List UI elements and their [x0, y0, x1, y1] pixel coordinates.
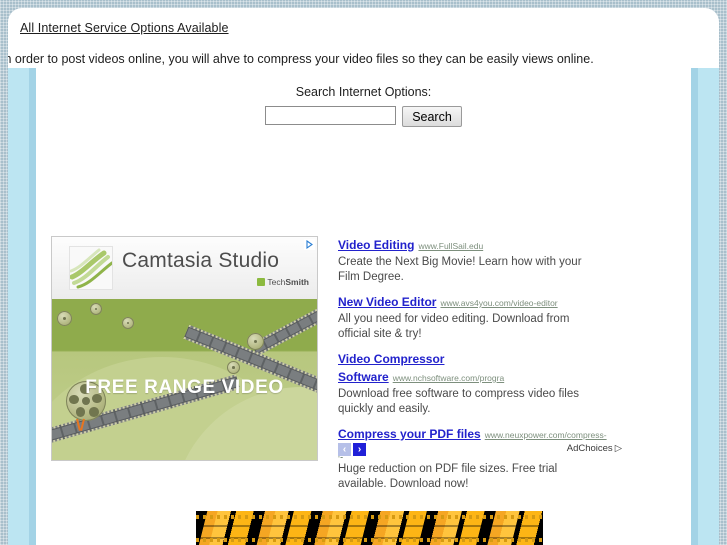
- ad-list-item: Video Editing www.FullSail.edu Create the…: [338, 236, 608, 284]
- filmstrip-perforations-bottom: [196, 538, 543, 542]
- ad-next-arrow-icon[interactable]: ›: [353, 443, 366, 456]
- ad-list-item: New Video Editor www.avs4you.com/video-ed…: [338, 293, 608, 341]
- advertisement-block: Camtasia Studio TechSmith FREE RANGE VID…: [51, 228, 676, 490]
- techsmith-mark-icon: [257, 278, 266, 286]
- ad-url-link[interactable]: www.avs4you.com/video-editor: [440, 298, 557, 308]
- film-reel-icon: [247, 333, 264, 350]
- ad-url-link[interactable]: www.nchsoftware.com/progra: [393, 373, 505, 383]
- ad-description: Huge reduction on PDF file sizes. Free t…: [338, 463, 558, 490]
- ad-title-link[interactable]: New Video Editor: [338, 295, 436, 309]
- filmstrip-perforations-top: [196, 515, 543, 519]
- bottom-filmstrip-banner: [196, 511, 543, 545]
- filmstrip-seam: [196, 525, 543, 527]
- ad-description: Create the Next Big Movie! Learn how wit…: [338, 256, 582, 283]
- techsmith-light: Tech: [267, 277, 286, 287]
- ad-text-list: Video Editing www.FullSail.edu Create the…: [338, 236, 608, 500]
- ad-brand-name: Camtasia Studio: [122, 249, 280, 272]
- ad-illustration-scene: FREE RANGE VIDEO: [52, 299, 317, 460]
- ad-description: All you need for video editing. Download…: [338, 313, 570, 340]
- search-label: Search Internet Options:: [295, 85, 432, 99]
- adchoices-text: AdChoices: [566, 443, 613, 454]
- ad-description: Download free software to compress video…: [338, 388, 579, 415]
- adchoices-triangle-icon: ▷: [614, 443, 622, 454]
- film-reel-icon: [57, 311, 72, 326]
- ad-footer: ‹ › AdChoices ▷: [338, 443, 676, 459]
- search-input[interactable]: [265, 106, 397, 125]
- adchoices-label[interactable]: AdChoices ▷: [567, 443, 622, 454]
- ad-url-link[interactable]: www.FullSail.edu: [418, 241, 483, 251]
- ad-prev-arrow-icon[interactable]: ‹: [338, 443, 351, 456]
- ad-title-link[interactable]: Compress your PDF files: [338, 427, 481, 441]
- film-reel-icon: [122, 317, 134, 329]
- intro-paragraph: In order to post videos online, you will…: [8, 52, 594, 66]
- film-reel-icon: [90, 303, 102, 315]
- ad-headline: FREE RANGE VIDEO: [85, 377, 284, 398]
- page-frame: All Internet Service Options Available I…: [8, 8, 719, 545]
- page-content: All Internet Service Options Available I…: [8, 8, 719, 545]
- ad-creative-image[interactable]: Camtasia Studio TechSmith FREE RANGE VID…: [51, 236, 318, 461]
- film-reel-icon: [227, 361, 240, 374]
- search-row: Search: [265, 106, 462, 127]
- search-button[interactable]: Search: [402, 106, 462, 127]
- page-title-link[interactable]: All Internet Service Options Available: [20, 21, 229, 35]
- ad-creative-header: Camtasia Studio TechSmith: [52, 237, 317, 299]
- search-block: Search Internet Options: Search: [8, 85, 719, 127]
- ad-title-link[interactable]: Video Editing: [338, 238, 414, 252]
- techsmith-bold: Smith: [285, 277, 309, 287]
- ad-brand-sublabel: TechSmith: [257, 277, 309, 287]
- camtasia-logo-icon: [69, 246, 113, 290]
- adchoices-corner-icon[interactable]: [304, 239, 315, 250]
- ad-list-item: Video Compressor Software www.nchsoftware…: [338, 350, 608, 416]
